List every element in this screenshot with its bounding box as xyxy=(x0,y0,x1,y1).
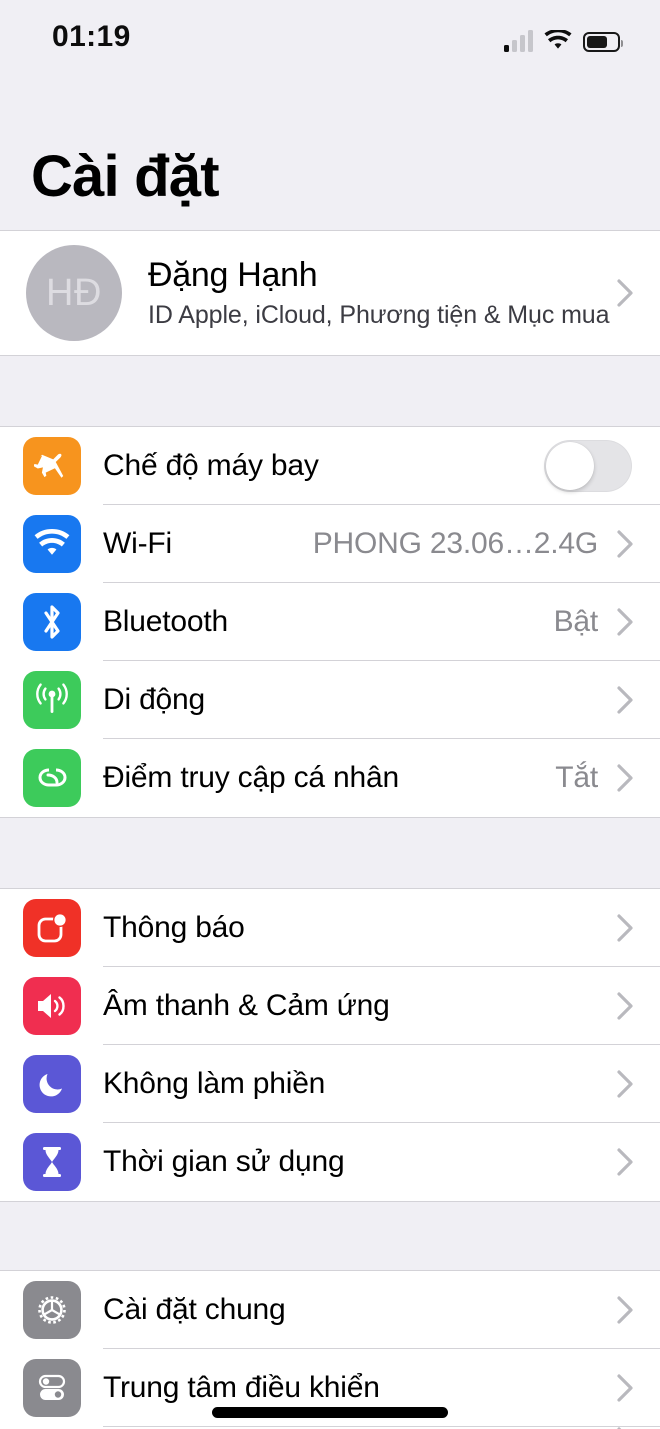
apple-id-text: Đặng Hạnh ID Apple, iCloud, Phương tiện … xyxy=(148,254,612,332)
apple-id-name: Đặng Hạnh xyxy=(148,256,318,294)
chevron-right-icon xyxy=(612,608,638,636)
chevron-right-icon xyxy=(612,530,638,558)
chevron-right-icon xyxy=(612,764,638,792)
speaker-icon xyxy=(23,977,81,1035)
hourglass-icon xyxy=(23,1133,81,1191)
row-wifi[interactable]: Wi-Fi PHONG 23.06…2.4G xyxy=(0,505,660,583)
apple-id-group: HĐ Đặng Hạnh ID Apple, iCloud, Phương ti… xyxy=(0,230,660,356)
row-label: Không làm phiền xyxy=(103,1067,326,1100)
row-airplane-mode[interactable]: Chế độ máy bay xyxy=(0,427,660,505)
page-title: Cài đặt xyxy=(31,144,220,209)
hotspot-state-value: Tắt xyxy=(555,761,598,794)
bluetooth-state-value: Bật xyxy=(553,605,599,638)
home-indicator-bar[interactable] xyxy=(212,1407,448,1418)
hotspot-link-icon xyxy=(23,749,81,807)
chevron-right-icon xyxy=(612,992,638,1020)
page-title-area: Cài đặt xyxy=(0,78,660,230)
row-label: Điểm truy cập cá nhân xyxy=(103,761,399,794)
alerts-group: Thông báo Âm thanh & Cảm ứng Không làm p… xyxy=(0,888,660,1202)
chevron-right-icon xyxy=(612,1148,638,1176)
row-label: Di động xyxy=(103,683,206,716)
group-spacer xyxy=(0,1202,660,1270)
bluetooth-icon xyxy=(23,593,81,651)
chevron-right-icon xyxy=(612,1070,638,1098)
gear-icon xyxy=(23,1281,81,1339)
row-label: Trung tâm điều khiển xyxy=(103,1371,380,1404)
settings-screen: 01:19 Cài đặt HĐ Đặng Hạnh ID Apple, iCl… xyxy=(0,0,660,1429)
airplane-icon xyxy=(23,437,81,495)
row-notifications[interactable]: Thông báo xyxy=(0,889,660,967)
chevron-right-icon xyxy=(612,1296,638,1324)
row-label: Bluetooth xyxy=(103,605,228,638)
row-screen-time[interactable]: Thời gian sử dụng xyxy=(0,1123,660,1201)
row-general[interactable]: Cài đặt chung xyxy=(0,1271,660,1349)
chevron-right-icon xyxy=(612,1374,638,1402)
battery-icon xyxy=(583,32,623,52)
settings-list: HĐ Đặng Hạnh ID Apple, iCloud, Phương ti… xyxy=(0,230,660,1429)
wifi-network-value: PHONG 23.06…2.4G xyxy=(312,527,598,560)
airplane-mode-toggle[interactable] xyxy=(544,440,632,492)
row-label: Cài đặt chung xyxy=(103,1293,286,1326)
group-spacer xyxy=(0,356,660,426)
row-sounds-haptics[interactable]: Âm thanh & Cảm ứng xyxy=(0,967,660,1045)
chevron-right-icon xyxy=(612,914,638,942)
apple-id-row[interactable]: HĐ Đặng Hạnh ID Apple, iCloud, Phương ti… xyxy=(0,231,660,355)
row-label: Âm thanh & Cảm ứng xyxy=(103,989,390,1022)
status-bar-icons xyxy=(504,24,623,52)
row-do-not-disturb[interactable]: Không làm phiền xyxy=(0,1045,660,1123)
system-group: Cài đặt chung Trung tâm điều khiển xyxy=(0,1270,660,1429)
wifi-icon xyxy=(23,515,81,573)
control-center-icon xyxy=(23,1359,81,1417)
cellular-antenna-icon xyxy=(23,671,81,729)
row-label: Thông báo xyxy=(103,911,245,944)
status-bar: 01:19 xyxy=(0,0,660,78)
chevron-right-icon xyxy=(612,686,638,714)
wifi-icon xyxy=(544,30,572,52)
apple-id-subtitle: ID Apple, iCloud, Phương tiện & Mục mua xyxy=(148,301,610,329)
notifications-icon xyxy=(23,899,81,957)
group-spacer xyxy=(0,818,660,888)
chevron-right-icon xyxy=(612,279,638,307)
status-bar-time: 01:19 xyxy=(52,20,131,53)
row-label: Thời gian sử dụng xyxy=(103,1145,345,1178)
row-label: Chế độ máy bay xyxy=(103,449,319,482)
row-cellular[interactable]: Di động xyxy=(0,661,660,739)
moon-icon xyxy=(23,1055,81,1113)
row-bluetooth[interactable]: Bluetooth Bật xyxy=(0,583,660,661)
avatar: HĐ xyxy=(26,245,122,341)
row-label: Wi-Fi xyxy=(103,527,172,560)
row-personal-hotspot[interactable]: Điểm truy cập cá nhân Tắt xyxy=(0,739,660,817)
cellular-signal-icon xyxy=(504,30,533,52)
connectivity-group: Chế độ máy bay Wi-Fi PHONG 23.06…2.4G Bl… xyxy=(0,426,660,818)
